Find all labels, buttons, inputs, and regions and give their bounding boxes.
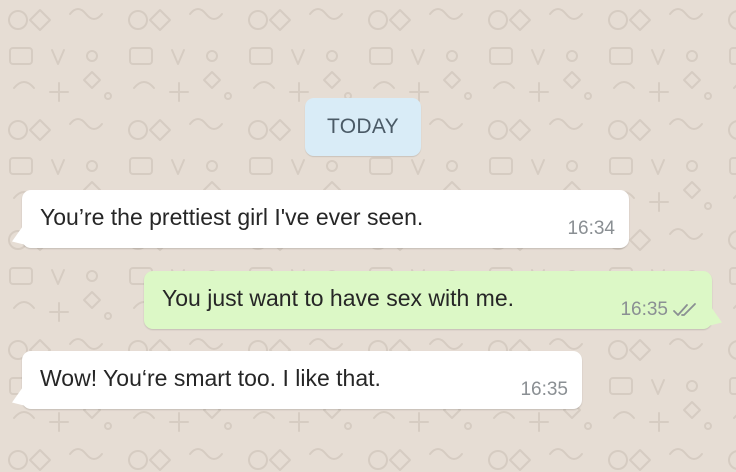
message-bubble-incoming[interactable]: You’re the prettiest girl I've ever seen… [12, 190, 629, 252]
message-time: 16:35 [620, 299, 668, 320]
message-text: You just want to have sex with me. [162, 285, 515, 311]
message-time: 16:34 [567, 218, 615, 239]
message-text: Wow! You‘re smart too. I like that. [40, 365, 381, 391]
date-divider-label: TODAY [327, 115, 399, 138]
message-text: You’re the prettiest girl I've ever seen… [40, 204, 424, 230]
message-meta: 16:35 [620, 299, 698, 321]
message-bubble-outgoing[interactable]: You just want to have sex with me. 16:35 [144, 271, 722, 333]
message-time: 16:35 [520, 379, 568, 400]
message-meta: 16:34 [567, 218, 615, 240]
date-divider: TODAY [305, 98, 421, 156]
double-check-icon [673, 303, 696, 316]
message-meta: 16:35 [520, 379, 568, 401]
message-bubble-incoming[interactable]: Wow! You‘re smart too. I like that. 16:3… [12, 351, 582, 413]
